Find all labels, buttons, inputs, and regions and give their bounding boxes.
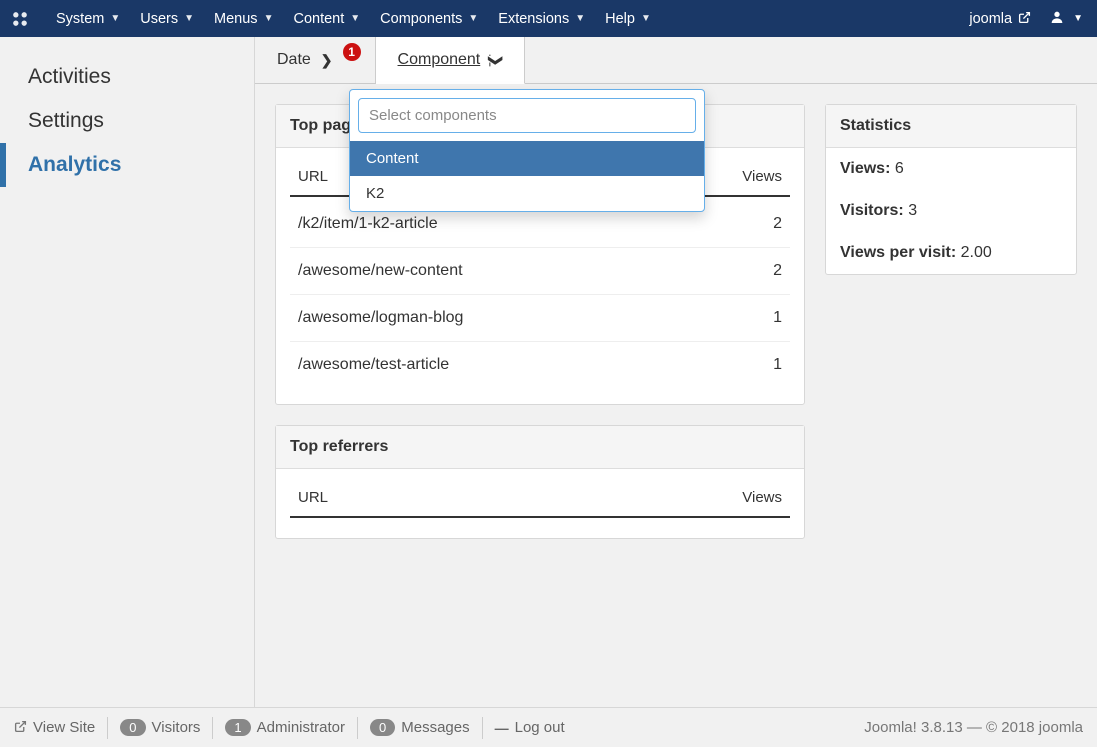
logout-icon: — <box>495 720 509 736</box>
row-views: 2 <box>773 215 782 233</box>
panel-title: Top referrers <box>276 426 804 469</box>
footer-label: Log out <box>515 719 565 736</box>
chevron-down-icon: ❯ <box>488 54 505 66</box>
footer-view-site[interactable]: View Site <box>14 717 108 739</box>
footer-label: Visitors <box>152 719 201 736</box>
nav-components[interactable]: Components ▼ <box>370 0 488 37</box>
component-dropdown: Content K2 <box>349 89 705 212</box>
footer-label: Administrator <box>257 719 345 736</box>
nav-label: Help <box>605 11 635 27</box>
table-header: URL Views <box>290 479 790 518</box>
count-badge: 1 <box>225 719 250 736</box>
count-badge: 0 <box>120 719 145 736</box>
footer-visitors[interactable]: 0 Visitors <box>108 717 213 739</box>
dropdown-option-k2[interactable]: K2 <box>350 176 704 211</box>
row-views: 1 <box>773 356 782 374</box>
table-row: /awesome/new-content 2 <box>290 248 790 295</box>
tab-date[interactable]: Date ❯ 1 <box>255 37 376 83</box>
sidebar-item-analytics[interactable]: Analytics <box>0 143 254 187</box>
footer-messages[interactable]: 0 Messages <box>358 717 483 739</box>
external-link-icon <box>1018 11 1031 27</box>
row-url: /awesome/logman-blog <box>298 309 463 327</box>
site-name: joomla <box>969 11 1012 27</box>
tab-component[interactable]: Component ❯ <box>376 37 525 84</box>
top-referrers-panel: Top referrers URL Views <box>275 425 805 539</box>
caret-down-icon: ▼ <box>468 13 478 24</box>
table-row: /awesome/test-article 1 <box>290 342 790 388</box>
top-nav: System ▼ Users ▼ Menus ▼ Content ▼ Component… <box>0 0 1097 37</box>
row-url: /k2/item/1-k2-article <box>298 215 438 233</box>
nav-users[interactable]: Users ▼ <box>130 0 204 37</box>
statistics-panel: Statistics Views: 6 Visitors: 3 Views pe… <box>825 104 1077 275</box>
stat-visitors: Visitors: 3 <box>826 190 1076 232</box>
count-badge: 0 <box>370 719 395 736</box>
footer-logout[interactable]: — Log out <box>483 717 577 739</box>
footer-bar: View Site 0 Visitors 1 Administrator 0 M… <box>0 707 1097 747</box>
tab-badge: 1 <box>343 43 361 61</box>
footer-label: Messages <box>401 719 469 736</box>
stat-views-per-visit: Views per visit: 2.00 <box>826 232 1076 274</box>
nav-system[interactable]: System ▼ <box>46 0 130 37</box>
row-views: 2 <box>773 262 782 280</box>
col-url: URL <box>298 489 328 506</box>
sidebar-item-activities[interactable]: Activities <box>0 55 254 99</box>
nav-content[interactable]: Content ▼ <box>283 0 370 37</box>
caret-down-icon: ▼ <box>264 13 274 24</box>
col-url: URL <box>298 168 328 185</box>
row-url: /awesome/new-content <box>298 262 463 280</box>
user-icon <box>1049 9 1065 29</box>
nav-extensions[interactable]: Extensions ▼ <box>488 0 595 37</box>
row-url: /awesome/test-article <box>298 356 449 374</box>
filter-tabs: Date ❯ 1 Component ❯ <box>255 37 1097 84</box>
site-link[interactable]: joomla <box>969 11 1049 27</box>
user-menu[interactable]: ▼ <box>1049 9 1083 29</box>
nav-label: Components <box>380 11 462 27</box>
col-views: Views <box>742 489 782 506</box>
sidebar-item-settings[interactable]: Settings <box>0 99 254 143</box>
table-row: /awesome/logman-blog 1 <box>290 295 790 342</box>
nav-label: Extensions <box>498 11 569 27</box>
joomla-logo-icon <box>10 9 30 29</box>
caret-down-icon: ▼ <box>110 13 120 24</box>
caret-down-icon: ▼ <box>641 13 651 24</box>
footer-administrator[interactable]: 1 Administrator <box>213 717 358 739</box>
nav-label: Users <box>140 11 178 27</box>
caret-down-icon: ▼ <box>1073 13 1083 24</box>
caret-down-icon: ▼ <box>350 13 360 24</box>
external-link-icon <box>14 720 27 736</box>
nav-label: Content <box>293 11 344 27</box>
caret-down-icon: ▼ <box>184 13 194 24</box>
component-search-input[interactable] <box>358 98 696 133</box>
tab-label: Date <box>277 51 311 69</box>
nav-help[interactable]: Help ▼ <box>595 0 661 37</box>
row-views: 1 <box>773 309 782 327</box>
content-area: Date ❯ 1 Component ❯ Content K2 Top page… <box>254 37 1097 707</box>
sidebar: Activities Settings Analytics <box>0 37 254 707</box>
nav-label: System <box>56 11 104 27</box>
panel-title: Statistics <box>826 105 1076 148</box>
caret-down-icon: ▼ <box>575 13 585 24</box>
dropdown-option-content[interactable]: Content <box>350 141 704 176</box>
col-views: Views <box>742 168 782 185</box>
nav-label: Menus <box>214 11 258 27</box>
tab-label: Component <box>398 51 481 69</box>
chevron-down-icon: ❯ <box>321 52 333 69</box>
stat-views: Views: 6 <box>826 148 1076 190</box>
nav-menus[interactable]: Menus ▼ <box>204 0 283 37</box>
footer-version: Joomla! 3.8.13 — © 2018 joomla <box>864 719 1083 736</box>
footer-label: View Site <box>33 719 95 736</box>
